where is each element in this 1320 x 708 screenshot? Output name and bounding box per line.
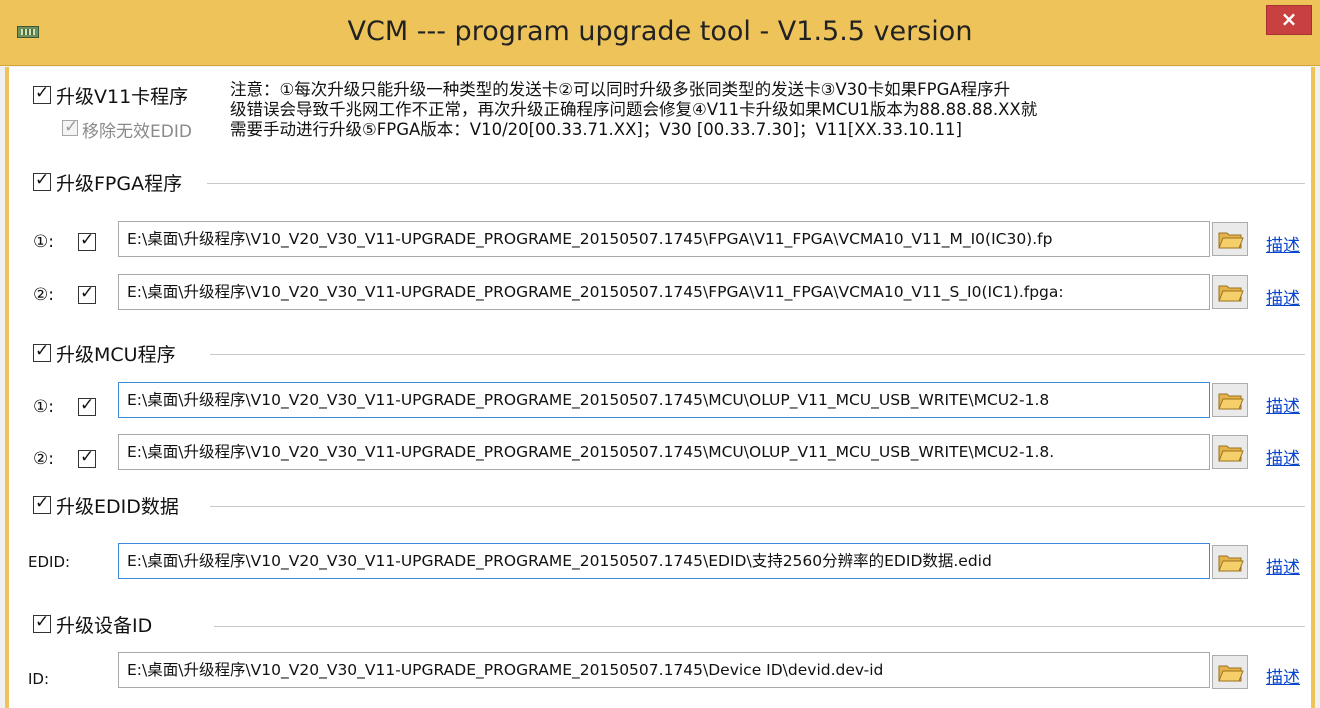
upgrade-edid-checkbox[interactable] xyxy=(33,493,51,514)
fpga-divider xyxy=(207,183,1305,184)
device-id-desc-link[interactable]: 描述 xyxy=(1266,663,1300,688)
remove-edid-checkbox xyxy=(62,117,78,137)
fpga-row2-desc-link[interactable]: 描述 xyxy=(1266,284,1300,309)
upgrade-v11-checkbox[interactable] xyxy=(33,83,51,104)
edid-row-label: EDID: xyxy=(28,553,71,571)
mcu-row1-checkbox[interactable] xyxy=(78,395,96,416)
fpga-row2-browse-button[interactable] xyxy=(1212,275,1248,309)
device-id-browse-button[interactable] xyxy=(1212,655,1248,689)
notice-text: 注意：①每次升级只能升级一种类型的发送卡②可以同时升级多张同类型的发送卡③V30… xyxy=(230,80,1310,140)
mcu-row2-desc-link[interactable]: 描述 xyxy=(1266,444,1300,469)
notice-line-1: 注意：①每次升级只能升级一种类型的发送卡②可以同时升级多张同类型的发送卡③V30… xyxy=(230,80,1011,99)
folder-icon xyxy=(1218,665,1244,682)
mcu-row1-browse-button[interactable] xyxy=(1212,383,1248,417)
fpga-row2-label: ②: xyxy=(33,285,54,305)
folder-icon xyxy=(1218,232,1244,249)
fpga-row1-checkbox[interactable] xyxy=(78,230,96,251)
upgrade-edid-label: 升级EDID数据 xyxy=(56,496,179,518)
mcu-row1-path-field[interactable]: E:\桌面\升级程序\V10_V20_V30_V11-UPGRADE_PROGR… xyxy=(118,382,1210,418)
folder-icon xyxy=(1218,555,1244,572)
upgrade-fpga-label: 升级FPGA程序 xyxy=(56,173,183,195)
fpga-row1-label: ①: xyxy=(33,232,54,252)
close-button[interactable]: × xyxy=(1266,5,1312,35)
mcu-row1-desc-link[interactable]: 描述 xyxy=(1266,392,1300,417)
edid-path-field[interactable]: E:\桌面\升级程序\V10_V20_V30_V11-UPGRADE_PROGR… xyxy=(118,543,1210,579)
window-title: VCM --- program upgrade tool - V1.5.5 ve… xyxy=(347,16,973,47)
edid-desc-link[interactable]: 描述 xyxy=(1266,553,1300,578)
mcu-row2-label: ②: xyxy=(33,449,54,469)
upgrade-device-id-checkbox[interactable] xyxy=(33,612,51,633)
title-bar: VCM --- program upgrade tool - V1.5.5 ve… xyxy=(0,0,1320,66)
folder-icon xyxy=(1218,445,1244,462)
fpga-row1-browse-button[interactable] xyxy=(1212,222,1248,256)
notice-line-2: 级错误会导致千兆网工作不正常，再次升级正确程序问题会修复④V11卡升级如果MCU… xyxy=(230,100,1038,119)
device-id-path-field[interactable]: E:\桌面\升级程序\V10_V20_V30_V11-UPGRADE_PROGR… xyxy=(118,652,1210,688)
upgrade-mcu-label: 升级MCU程序 xyxy=(56,344,176,366)
device-id-row-label: ID: xyxy=(28,670,50,688)
mcu-row1-label: ①: xyxy=(33,397,54,417)
notice-line-3: 需要手动进行升级⑤FPGA版本：V10/20[00.33.71.XX]；V30 … xyxy=(230,120,962,139)
mcu-divider xyxy=(210,354,1305,355)
edid-browse-button[interactable] xyxy=(1212,545,1248,579)
fpga-row1-desc-link[interactable]: 描述 xyxy=(1266,231,1300,256)
device-id-divider xyxy=(214,626,1305,627)
upgrade-device-id-label: 升级设备ID xyxy=(56,615,153,637)
remove-edid-label: 移除无效EDID xyxy=(82,122,192,142)
mcu-row2-checkbox[interactable] xyxy=(78,447,96,468)
upgrade-fpga-checkbox[interactable] xyxy=(33,170,51,191)
folder-icon xyxy=(1218,393,1244,410)
fpga-row1-path-field[interactable]: E:\桌面\升级程序\V10_V20_V30_V11-UPGRADE_PROGR… xyxy=(118,221,1210,257)
mcu-row2-path-field[interactable]: E:\桌面\升级程序\V10_V20_V30_V11-UPGRADE_PROGR… xyxy=(118,434,1210,470)
upgrade-v11-label: 升级V11卡程序 xyxy=(56,86,189,108)
edid-divider xyxy=(210,506,1305,507)
fpga-row2-path-field[interactable]: E:\桌面\升级程序\V10_V20_V30_V11-UPGRADE_PROGR… xyxy=(118,274,1210,310)
fpga-row2-checkbox[interactable] xyxy=(78,283,96,304)
upgrade-mcu-checkbox[interactable] xyxy=(33,341,51,362)
mcu-row2-browse-button[interactable] xyxy=(1212,435,1248,469)
folder-icon xyxy=(1218,285,1244,302)
